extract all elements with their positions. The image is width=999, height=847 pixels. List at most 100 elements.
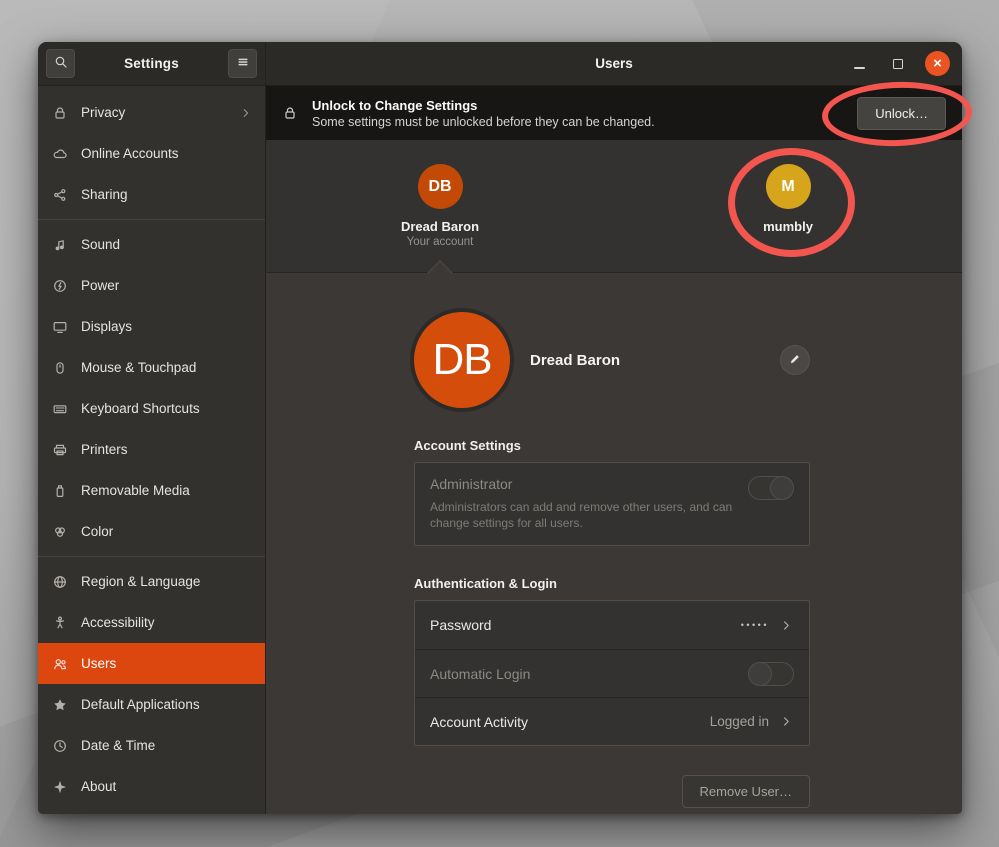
accessibility-icon xyxy=(52,615,68,631)
settings-window: Settings Privacy Online Accounts Sharing So… xyxy=(38,42,962,814)
user-card-dread-baron[interactable]: DBDread BaronYour account xyxy=(266,140,614,272)
minimize-button[interactable] xyxy=(847,52,871,76)
window-controls: × xyxy=(847,51,962,76)
row-right xyxy=(748,476,794,500)
row-main: Administrator Administrators can add and … xyxy=(430,476,736,531)
user-avatar-mumbly: M xyxy=(766,164,811,209)
sidebar-separator xyxy=(38,556,265,557)
sidebar-title: Settings xyxy=(83,56,220,71)
sidebar-item-about[interactable]: About xyxy=(38,766,265,807)
sidebar-item-sound[interactable]: Sound xyxy=(38,224,265,265)
sidebar-item-mouse-touchpad[interactable]: Mouse & Touchpad xyxy=(38,347,265,388)
administrator-toggle xyxy=(748,476,794,500)
row-label: Automatic Login xyxy=(430,666,736,682)
card-account-settings: Administrator Administrators can add and … xyxy=(414,462,810,546)
keyboard-icon xyxy=(52,401,68,417)
clock-icon xyxy=(52,738,68,754)
unlock-banner: Unlock to Change Settings Some settings … xyxy=(266,86,962,140)
section-heading-account-settings: Account Settings xyxy=(414,438,810,453)
sidebar-item-online-accounts[interactable]: Online Accounts xyxy=(38,133,265,174)
sidebar-separator xyxy=(38,219,265,220)
sidebar-item-label: Sharing xyxy=(81,187,253,202)
sidebar-item-date-time[interactable]: Date & Time xyxy=(38,725,265,766)
sidebar-item-label: Users xyxy=(81,656,253,671)
toggle-knob xyxy=(770,476,794,500)
lock-icon xyxy=(52,105,68,121)
row-right xyxy=(748,662,794,686)
sidebar-item-displays[interactable]: Displays xyxy=(38,306,265,347)
profile-name: Dread Baron xyxy=(530,352,780,369)
unlock-banner-subtitle: Some settings must be unlocked before th… xyxy=(312,114,843,130)
sidebar-item-sharing[interactable]: Sharing xyxy=(38,174,265,215)
sidebar-item-keyboard-shortcuts[interactable]: Keyboard Shortcuts xyxy=(38,388,265,429)
sidebar-header: Settings xyxy=(38,42,265,86)
sidebar-item-label: Color xyxy=(81,524,253,539)
search-button[interactable] xyxy=(46,49,75,78)
user-avatar-initials: DB xyxy=(428,178,451,196)
row-main: Password xyxy=(430,617,729,633)
row-password[interactable]: Password ••••• xyxy=(415,601,809,649)
sidebar-item-region-language[interactable]: Region & Language xyxy=(38,561,265,602)
chevron-right-icon xyxy=(779,714,794,729)
pencil-icon xyxy=(788,352,802,369)
star-icon xyxy=(52,697,68,713)
row-account-activity[interactable]: Account Activity Logged in xyxy=(415,697,809,745)
user-card-mumbly[interactable]: Mmumbly xyxy=(614,140,962,272)
sidebar-item-power[interactable]: Power xyxy=(38,265,265,306)
sidebar-item-default-applications[interactable]: Default Applications xyxy=(38,684,265,725)
edit-name-button[interactable] xyxy=(780,345,810,375)
password-value: ••••• xyxy=(741,620,769,630)
titlebar[interactable]: Users × xyxy=(266,42,962,86)
share-icon xyxy=(52,187,68,203)
remove-user-button[interactable]: Remove User… xyxy=(682,775,810,808)
row-automatic-login: Automatic Login xyxy=(415,649,809,697)
cloud-icon xyxy=(52,146,68,162)
user-name: mumbly xyxy=(763,219,813,234)
maximize-button[interactable] xyxy=(886,52,910,76)
chevron-right-icon xyxy=(779,618,794,633)
row-administrator: Administrator Administrators can add and … xyxy=(415,463,809,545)
menu-button[interactable] xyxy=(228,49,257,78)
sidebar-item-color[interactable]: Color xyxy=(38,511,265,552)
row-right: Logged in xyxy=(710,714,794,729)
row-label: Password xyxy=(430,617,729,633)
search-icon xyxy=(53,54,69,73)
unlock-banner-title: Unlock to Change Settings xyxy=(312,97,843,114)
sound-icon xyxy=(52,237,68,253)
mouse-icon xyxy=(52,360,68,376)
user-name: Dread Baron xyxy=(401,219,479,234)
sidebar-item-label: Removable Media xyxy=(81,483,253,498)
display-icon xyxy=(52,319,68,335)
user-profile: DB Dread Baron xyxy=(414,312,810,408)
sidebar-item-privacy[interactable]: Privacy xyxy=(38,92,265,133)
removable-media-icon xyxy=(52,483,68,499)
sidebar-list: Privacy Online Accounts Sharing Sound Power D… xyxy=(38,86,265,814)
unlock-button[interactable]: Unlock… xyxy=(857,97,946,130)
automatic-login-toggle xyxy=(748,662,794,686)
user-carousel: DBDread BaronYour accountMmumbly xyxy=(266,140,962,273)
sidebar-item-removable-media[interactable]: Removable Media xyxy=(38,470,265,511)
sidebar-item-label: Power xyxy=(81,278,253,293)
row-label: Account Activity xyxy=(430,714,698,730)
close-button[interactable]: × xyxy=(925,51,950,76)
row-description: Administrators can add and remove other … xyxy=(430,499,736,531)
lock-icon xyxy=(282,105,298,121)
sidebar-item-label: Region & Language xyxy=(81,574,253,589)
sidebar-item-label: Keyboard Shortcuts xyxy=(81,401,253,416)
sparkle-icon xyxy=(52,779,68,795)
sidebar-item-accessibility[interactable]: Accessibility xyxy=(38,602,265,643)
user-avatar-dread-baron: DB xyxy=(418,164,463,209)
sidebar-item-printers[interactable]: Printers xyxy=(38,429,265,470)
sidebar: Settings Privacy Online Accounts Sharing So… xyxy=(38,42,266,814)
toggle-knob xyxy=(748,662,772,686)
sidebar-item-label: Privacy xyxy=(81,105,226,120)
sidebar-item-label: Online Accounts xyxy=(81,146,253,161)
profile-avatar: DB xyxy=(414,312,510,408)
power-icon xyxy=(52,278,68,294)
sidebar-item-label: Mouse & Touchpad xyxy=(81,360,253,375)
sidebar-item-label: Sound xyxy=(81,237,253,252)
card-authentication-login: Password ••••• Automatic Login Account Acti… xyxy=(414,600,810,746)
sidebar-item-users[interactable]: Users xyxy=(38,643,265,684)
row-label: Administrator xyxy=(430,476,736,492)
sidebar-item-label: Default Applications xyxy=(81,697,253,712)
